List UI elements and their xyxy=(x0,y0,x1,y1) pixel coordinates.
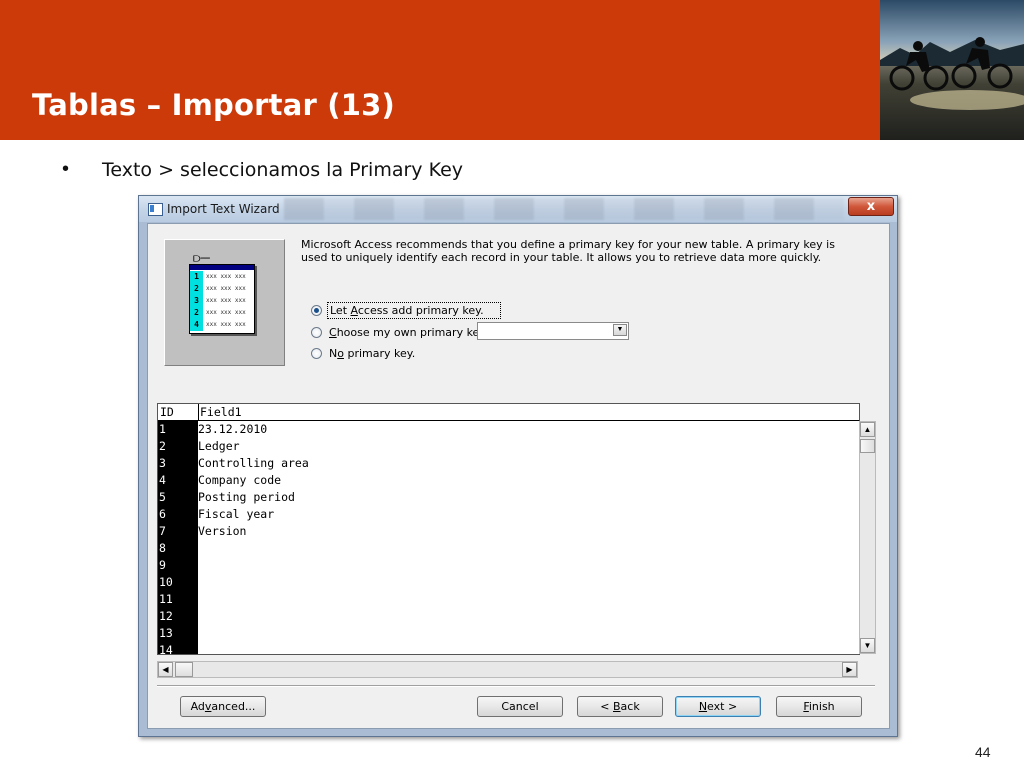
table-row[interactable]: 14 xyxy=(158,642,859,654)
vertical-scroll-thumb[interactable] xyxy=(860,439,875,453)
blurred-background-ribbon xyxy=(284,198,844,220)
table-row[interactable]: 1 23.12.2010 xyxy=(158,421,859,438)
next-button[interactable]: Next > xyxy=(675,696,761,717)
option-label: Let Access add primary key. xyxy=(327,302,501,319)
advanced-button[interactable]: Advanced... xyxy=(180,696,266,717)
table-row[interactable]: 6 Fiscal year xyxy=(158,506,859,523)
primary-key-illustration: ⫐─ 1 xxx xxx xxx 2 xxx xxx xxx 3 xxx xxx xx… xyxy=(164,239,285,366)
dialog-title: Import Text Wizard xyxy=(167,202,280,216)
vertical-scrollbar[interactable]: ▲ ▼ xyxy=(859,421,876,654)
scroll-up-icon[interactable]: ▲ xyxy=(860,422,875,437)
radio-choose-own-key[interactable] xyxy=(311,327,322,338)
wizard-description: Microsoft Access recommends that you def… xyxy=(301,238,835,264)
mini-table-header xyxy=(190,265,254,270)
table-row[interactable]: 8 xyxy=(158,540,859,557)
dialog-titlebar[interactable]: Import Text Wizard x xyxy=(139,196,897,222)
scroll-left-icon[interactable]: ◀ xyxy=(158,662,173,677)
radio-let-access-add-key[interactable] xyxy=(311,305,322,316)
data-preview-grid[interactable]: ID Field1 1 23.12.2010 2 Ledger 3 Controlli… xyxy=(157,403,860,655)
mini-table-row: 1 xxx xxx xxx xyxy=(190,271,254,283)
horizontal-scroll-thumb[interactable] xyxy=(175,662,193,677)
table-row[interactable]: 4 Company code xyxy=(158,472,859,489)
dialog-client-area: ⫐─ 1 xxx xxx xxx 2 xxx xxx xxx 3 xxx xxx xx… xyxy=(147,223,890,729)
table-row[interactable]: 9 xyxy=(158,557,859,574)
table-row[interactable]: 12 xyxy=(158,608,859,625)
back-button[interactable]: < Back xyxy=(577,696,663,717)
table-row[interactable]: 3 Controlling area xyxy=(158,455,859,472)
option-label: No primary key. xyxy=(329,347,416,360)
radio-no-primary-key[interactable] xyxy=(311,348,322,359)
import-text-wizard-dialog: Import Text Wizard x ⫐─ 1 xxx xxx xxx 2 xx… xyxy=(138,195,898,737)
table-row[interactable]: 13 xyxy=(158,625,859,642)
table-row[interactable]: 10 xyxy=(158,574,859,591)
column-header-id[interactable]: ID xyxy=(160,405,174,419)
horizontal-scrollbar[interactable]: ◀ ▶ xyxy=(157,661,858,678)
bullet-text: Texto > seleccionamos la Primary Key xyxy=(102,159,464,181)
mini-table-row: 2 xxx xxx xxx xyxy=(190,283,254,295)
button-divider xyxy=(157,685,875,687)
chevron-down-icon[interactable]: ▼ xyxy=(613,324,627,336)
mini-table-row: 4 xxx xxx xxx xyxy=(190,319,254,331)
table-row[interactable]: 2 Ledger xyxy=(158,438,859,455)
page-number: 44 xyxy=(975,744,991,760)
scroll-down-icon[interactable]: ▼ xyxy=(860,638,875,653)
cyclists-photo xyxy=(880,0,1024,140)
mini-table-row: 3 xxx xxx xxx xyxy=(190,295,254,307)
mini-table-icon: 1 xxx xxx xxx 2 xxx xxx xxx 3 xxx xxx xxx 2… xyxy=(189,264,255,334)
scroll-right-icon[interactable]: ▶ xyxy=(842,662,857,677)
close-button[interactable]: x xyxy=(848,197,894,216)
wizard-app-icon xyxy=(148,203,163,216)
finish-button[interactable]: Finish xyxy=(776,696,862,717)
table-row[interactable]: 5 Posting period xyxy=(158,489,859,506)
table-row[interactable]: 11 xyxy=(158,591,859,608)
primary-key-field-select[interactable]: ▼ xyxy=(477,322,629,340)
cancel-button[interactable]: Cancel xyxy=(477,696,563,717)
option-label: Choose my own primary key. xyxy=(329,326,488,339)
bullet-symbol: • xyxy=(62,158,70,180)
table-row[interactable]: 7 Version xyxy=(158,523,859,540)
column-header-field1[interactable]: Field1 xyxy=(200,405,242,419)
mini-table-row: 2 xxx xxx xxx xyxy=(190,307,254,319)
slide-title: Tablas – Importar (13) xyxy=(32,88,395,122)
grid-header: ID Field1 xyxy=(158,404,859,421)
